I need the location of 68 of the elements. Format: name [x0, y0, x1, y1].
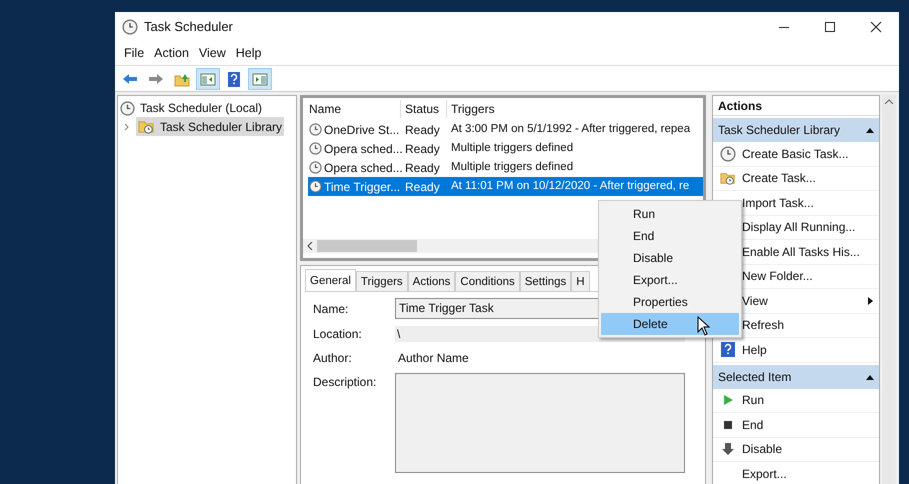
play-icon: [722, 394, 734, 406]
pane-icon[interactable]: [248, 68, 272, 90]
description-box[interactable]: [395, 373, 685, 473]
table-cell-text: Ready: [404, 178, 441, 196]
menu-item[interactable]: Help: [232, 44, 266, 63]
task-command-link[interactable]: End: [713, 413, 879, 438]
mouse-cursor-icon: [697, 316, 711, 336]
pane-title: Actions: [713, 96, 879, 116]
field-value: Author Name: [397, 350, 470, 367]
scrollbar-thumb[interactable]: [317, 240, 417, 252]
folder-clock-icon: [720, 170, 736, 186]
field-label: Author:: [313, 350, 353, 367]
column-header[interactable]: Triggers: [447, 100, 495, 118]
task-row[interactable]: Opera sched... Ready Multiple triggers defined: [308, 139, 703, 158]
tab[interactable]: Conditions: [455, 271, 520, 291]
scrollbar[interactable]: [882, 95, 896, 484]
group-header[interactable]: Task Scheduler Library: [713, 118, 879, 142]
tab[interactable]: Actions: [408, 271, 456, 291]
table-cell-text: Time Trigger...: [324, 178, 400, 196]
task-row[interactable]: Opera sched... Ready Multiple triggers defined: [308, 158, 703, 177]
task-command-link[interactable]: Run: [713, 388, 879, 413]
table-cell-text: Ready: [404, 122, 441, 138]
table-cell-text: Opera sched...: [324, 160, 403, 176]
task-row[interactable]: Time Trigger... Ready At 11:01 PM on 10/12/2020 - After triggered, re: [308, 177, 703, 196]
menu-item[interactable]: File: [120, 44, 148, 63]
menu-item[interactable]: Action: [150, 44, 193, 63]
tab[interactable]: H: [571, 271, 590, 291]
table-cell-text: At 3:00 PM on 5/1/1992 - After triggered, repea: [450, 122, 690, 137]
clock-icon: [309, 142, 322, 155]
help-icon: [720, 342, 734, 358]
task-command-link[interactable]: Export...: [713, 462, 879, 484]
group-header[interactable]: Selected Item: [713, 364, 879, 388]
tab[interactable]: Triggers: [356, 271, 408, 291]
table-cell-text: Multiple triggers defined: [450, 160, 574, 175]
pane-icon[interactable]: [196, 68, 220, 90]
clock-icon: [309, 123, 322, 136]
field-label: Description:: [313, 374, 378, 391]
task-row[interactable]: OneDrive St... Ready At 3:00 PM on 5/1/1992 - After triggered, repea: [308, 120, 703, 139]
clock-icon: [720, 146, 736, 162]
table-cell-text: OneDrive St...: [324, 122, 400, 138]
tree-item[interactable]: Task Scheduler Library: [136, 117, 284, 136]
task-command-link[interactable]: Create Basic Task...: [713, 142, 879, 166]
stop-icon: [722, 418, 734, 431]
task-command-link[interactable]: Disable: [713, 438, 879, 462]
submenu-arrow-icon: [868, 296, 873, 305]
window-title: Task Scheduler: [144, 18, 233, 36]
column-header[interactable]: Status: [401, 100, 447, 118]
down-arrow-icon: [720, 442, 734, 456]
tab[interactable]: General: [305, 269, 356, 291]
tab[interactable]: Settings: [520, 271, 572, 291]
app-clock-icon: [122, 19, 138, 35]
table-cell-text: Multiple triggers defined: [450, 140, 574, 156]
context-menu-item[interactable]: Delete: [601, 313, 739, 335]
task-command-link[interactable]: Help: [713, 338, 879, 362]
table-cell-text: Ready: [404, 160, 441, 176]
menu-item[interactable]: View: [194, 44, 230, 63]
clock-icon: [309, 180, 322, 193]
clock-icon: [309, 161, 322, 174]
field-label: Location:: [313, 326, 363, 343]
table-cell-text: Ready: [404, 140, 441, 158]
table-cell-text: Opera sched...: [324, 140, 403, 158]
tree-item[interactable]: Task Scheduler (Local): [118, 99, 264, 117]
clock-icon: [120, 100, 135, 116]
task-command-link[interactable]: Create Task...: [713, 166, 879, 191]
scroll-up-icon[interactable]: [885, 99, 893, 104]
column-header[interactable]: Name: [303, 100, 401, 118]
field-label: Name:: [313, 300, 350, 318]
table-cell-text: At 11:01 PM on 10/12/2020 - After triggered, re: [450, 178, 690, 194]
